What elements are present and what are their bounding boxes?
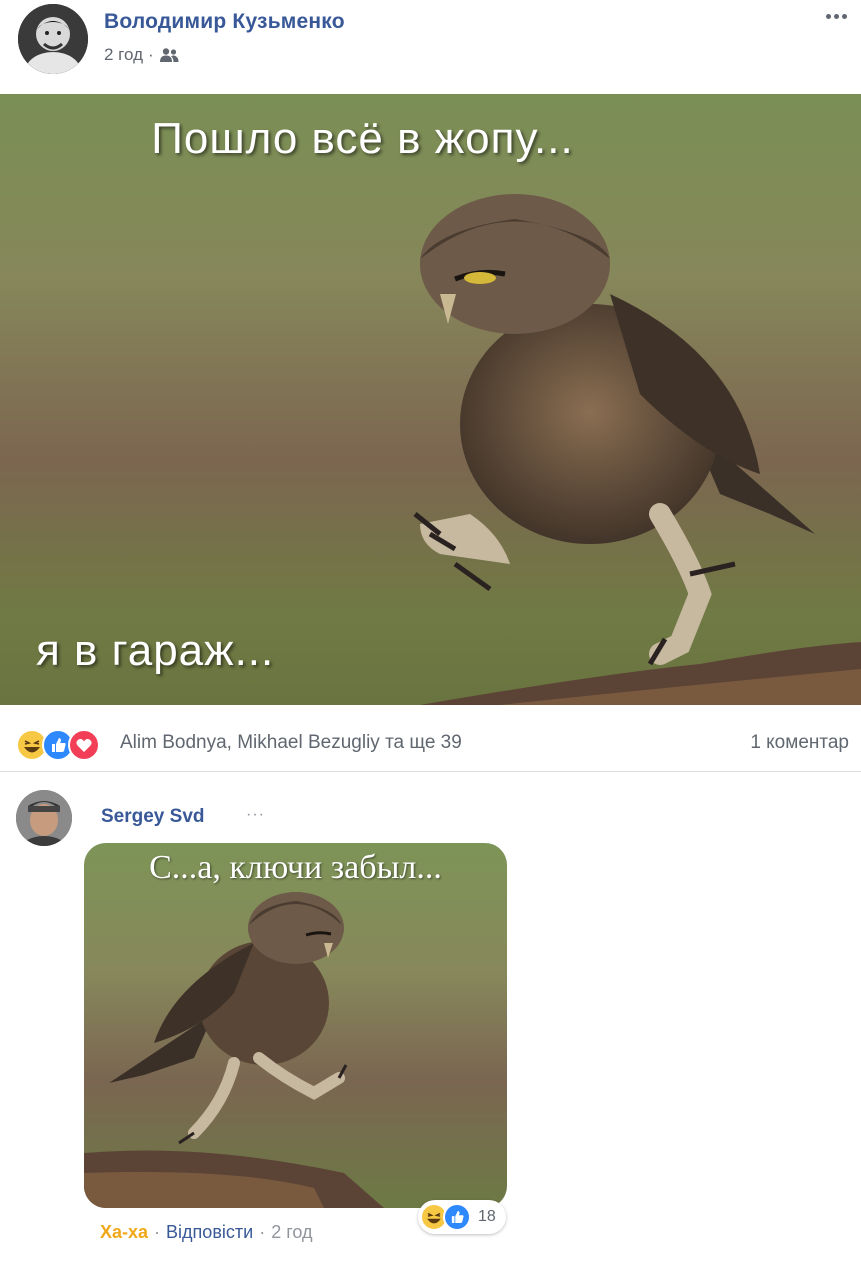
author-avatar[interactable] (18, 4, 88, 74)
comment-count-link[interactable]: 1 коментар (750, 732, 849, 754)
meme-top-caption: Пошло всё в жопу... (151, 114, 574, 163)
dot-icon (825, 13, 831, 19)
post-meta: 2 год · (104, 45, 179, 65)
action-separator: · (154, 1222, 161, 1242)
reactors-summary[interactable]: Alim Bodnya, Mikhael Bezugliy та ще 39 (120, 732, 462, 754)
comment-options-button[interactable]: ··· (246, 806, 265, 824)
commenter-name[interactable]: Sergey Svd (101, 806, 205, 828)
comment-reactions[interactable]: 18 (418, 1200, 506, 1234)
post-options-button[interactable] (821, 6, 851, 26)
haha-reaction-button[interactable]: Ха-ха (100, 1222, 148, 1243)
post-time[interactable]: 2 год (104, 45, 143, 65)
commenter-avatar[interactable] (16, 790, 72, 846)
comment-image-caption: С...а, ключи забыл... (149, 849, 442, 886)
friends-audience-icon[interactable] (159, 47, 179, 63)
reaction-icons[interactable] (16, 729, 100, 763)
love-icon (68, 729, 100, 761)
comment-time[interactable]: 2 год (271, 1222, 312, 1243)
action-separator: · (259, 1222, 266, 1242)
meme-bottom-caption: я в гараж... (36, 626, 275, 675)
reply-button[interactable]: Відповісти (166, 1222, 253, 1243)
like-icon (443, 1203, 471, 1231)
meta-separator: · (148, 45, 154, 64)
post-image[interactable]: Пошло всё в жопу... я в гараж... (0, 94, 861, 705)
post-header: Володимир Кузьменко 2 год · (0, 0, 861, 94)
comment-reaction-count: 18 (478, 1208, 496, 1225)
dot-icon (841, 13, 847, 19)
comment-image[interactable]: С...а, ключи забыл... (84, 843, 507, 1208)
post-author-name[interactable]: Володимир Кузьменко (104, 10, 345, 34)
comment-actions: Ха-ха · Відповісти · 2 год (100, 1222, 313, 1243)
dot-icon (833, 13, 839, 19)
reactions-bar: Alim Bodnya, Mikhael Bezugliy та ще 39 1… (0, 706, 861, 772)
